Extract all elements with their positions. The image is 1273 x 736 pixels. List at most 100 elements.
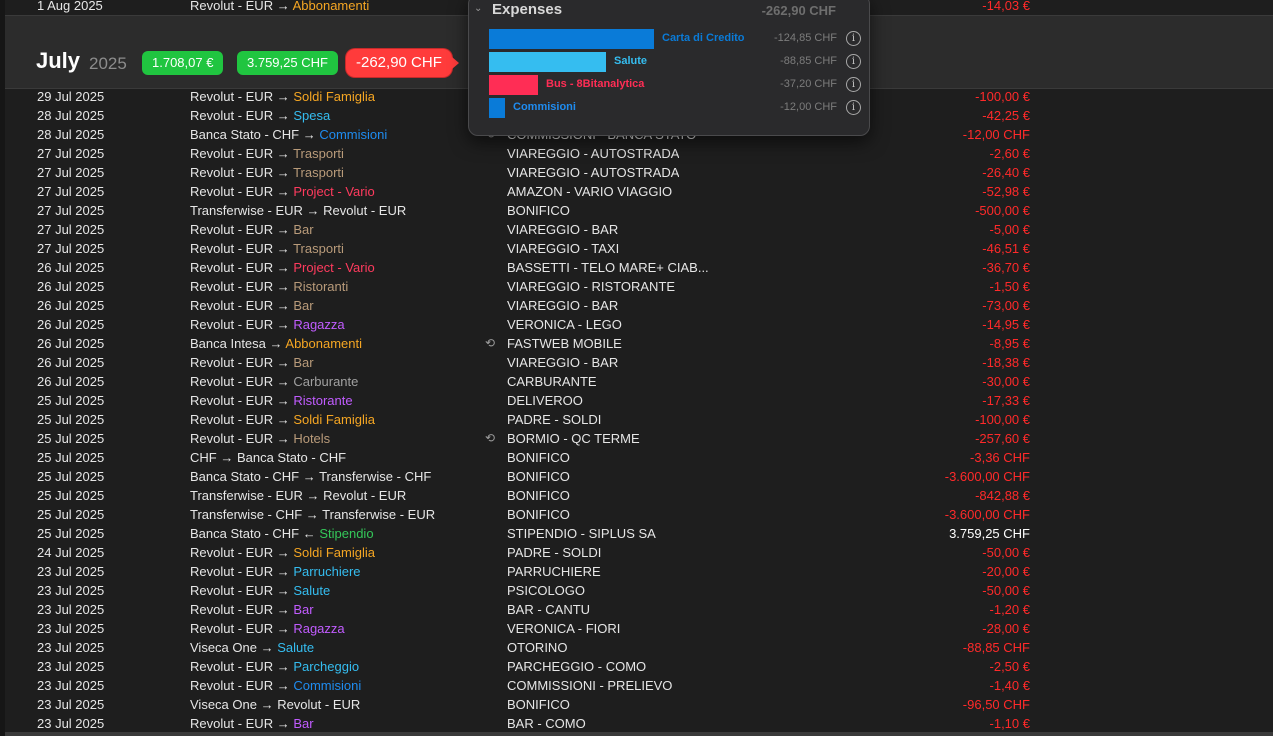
month-name: July [36, 48, 81, 73]
transaction-account: Revolut - EUR → Trasporti [190, 239, 344, 258]
transaction-row[interactable]: 27 Jul 2025 Revolut - EUR → Trasporti VIAR… [0, 144, 1273, 163]
transaction-row[interactable]: 25 Jul 2025 Transferwise - EUR → Revolut … [0, 486, 1273, 505]
transaction-date: 23 Jul 2025 [37, 659, 105, 674]
transaction-row[interactable]: 23 Jul 2025 Revolut - EUR → Bar BAR - COMO… [0, 714, 1273, 733]
transaction-row[interactable]: 26 Jul 2025 Revolut - EUR → Carburante CAR… [0, 372, 1273, 391]
category-label: Salute [293, 583, 331, 598]
transaction-description: AMAZON - VARIO VIAGGIO [507, 184, 673, 199]
transaction-row[interactable]: 25 Jul 2025 Transferwise - CHF → Transfer… [0, 505, 1273, 524]
transaction-row[interactable]: 27 Jul 2025 Revolut - EUR → Trasporti VIAR… [0, 163, 1273, 182]
transaction-row[interactable]: 27 Jul 2025 Transferwise - EUR → Revolut … [0, 201, 1273, 220]
expenses-chf-pill[interactable]: -262,90 CHF [346, 49, 459, 77]
transaction-amount: -36,70 € [982, 260, 1030, 275]
account-prefix: Revolut - EUR → [190, 412, 290, 427]
horizontal-scrollbar[interactable] [5, 732, 1273, 736]
account-prefix: Revolut - EUR → [190, 545, 290, 560]
category-label: Trasporti [293, 165, 344, 180]
transaction-row[interactable]: 27 Jul 2025 Revolut - EUR → Project - Var… [0, 182, 1273, 201]
transaction-date: 27 Jul 2025 [37, 184, 105, 199]
transaction-amount: -500,00 € [975, 203, 1030, 218]
info-icon[interactable]: i [846, 31, 861, 46]
category-label: Trasporti [293, 241, 344, 256]
transaction-row[interactable]: 26 Jul 2025 Revolut - EUR → Project - Var… [0, 258, 1273, 277]
account-prefix: Revolut - EUR → [190, 621, 290, 636]
account-prefix: Revolut - EUR → [190, 431, 290, 446]
transaction-row[interactable]: 26 Jul 2025 Revolut - EUR → Ragazza VERONI… [0, 315, 1273, 334]
transaction-date: 29 Jul 2025 [37, 89, 105, 104]
expense-breakdown-row[interactable]: Carta di Credito -124,85 CHF i [489, 29, 863, 49]
transaction-row[interactable]: 25 Jul 2025 CHF → Banca Stato - CHF BONIFI… [0, 448, 1273, 467]
transaction-account: Banca Stato - CHF → Commisioni [190, 125, 387, 144]
account-prefix: Revolut - EUR → [190, 564, 290, 579]
transaction-account: Revolut - EUR → Bar [190, 353, 314, 372]
chevron-down-icon[interactable]: ⌄ [474, 3, 482, 14]
income-chf-pill[interactable]: 3.759,25 CHF [237, 51, 338, 75]
expense-breakdown-row[interactable]: Bus - 8Bitanalytica -37,20 CHF i [489, 75, 863, 95]
category-label: Project - Vario [293, 260, 375, 275]
transaction-row[interactable]: 26 Jul 2025 Revolut - EUR → Bar VIAREGGIO … [0, 296, 1273, 315]
transaction-row[interactable]: 23 Jul 2025 Viseca One → Revolut - EUR BON… [0, 695, 1273, 714]
transaction-row[interactable]: 23 Jul 2025 Revolut - EUR → Ragazza VERONI… [0, 619, 1273, 638]
transaction-row[interactable]: 25 Jul 2025 Banca Stato - CHF → Transferw… [0, 467, 1273, 486]
transaction-row[interactable]: 23 Jul 2025 Revolut - EUR → Bar BAR - CANT… [0, 600, 1273, 619]
transaction-date: 26 Jul 2025 [37, 355, 105, 370]
expense-breakdown-row[interactable]: Salute -88,85 CHF i [489, 52, 863, 72]
transaction-amount: -2,60 € [989, 146, 1030, 161]
transaction-description: VERONICA - LEGO [507, 317, 622, 332]
transaction-row[interactable]: 23 Jul 2025 Revolut - EUR → Commisioni COM… [0, 676, 1273, 695]
transaction-account: Revolut - EUR → Bar [190, 600, 314, 619]
transaction-description: VIAREGGIO - BAR [507, 222, 619, 237]
info-icon[interactable]: i [846, 54, 861, 69]
transaction-row[interactable]: 27 Jul 2025 Revolut - EUR → Bar VIAREGGIO … [0, 220, 1273, 239]
transaction-description: BONIFICO [507, 203, 570, 218]
transaction-description: BAR - CANTU [507, 602, 591, 617]
transaction-amount: -20,00 € [982, 564, 1030, 579]
transaction-row[interactable]: 26 Jul 2025 Revolut - EUR → Bar VIAREGGIO … [0, 353, 1273, 372]
transaction-date: 28 Jul 2025 [37, 108, 105, 123]
transaction-row[interactable]: 26 Jul 2025 Revolut - EUR → Ristoranti VIA… [0, 277, 1273, 296]
transaction-row[interactable]: 23 Jul 2025 Viseca One → Salute OTORINO -88… [0, 638, 1273, 657]
account-prefix: Banca Stato - CHF → [190, 127, 316, 142]
account-prefix: Transferwise - EUR → Revolut - EUR [190, 488, 407, 503]
transaction-date: 26 Jul 2025 [37, 279, 105, 294]
transaction-date: 23 Jul 2025 [37, 678, 105, 693]
transaction-row[interactable]: 26 Jul 2025 Banca Intesa → Abbonamenti ⟲ FA… [0, 334, 1273, 353]
transaction-description: PARCHEGGIO - COMO [507, 659, 647, 674]
account-prefix: Revolut - EUR → [190, 659, 290, 674]
account-prefix: Revolut - EUR → [190, 583, 290, 598]
transaction-description: VIAREGGIO - RISTORANTE [507, 279, 676, 294]
transaction-date: 26 Jul 2025 [37, 374, 105, 389]
transaction-row[interactable]: 27 Jul 2025 Revolut - EUR → Trasporti VIAR… [0, 239, 1273, 258]
transaction-account: Revolut - EUR → Soldi Famiglia [190, 87, 375, 106]
transaction-amount: -3.600,00 CHF [944, 507, 1030, 522]
transaction-account: Revolut - EUR → Bar [190, 220, 314, 239]
info-icon[interactable]: i [846, 100, 861, 115]
transaction-amount: -96,50 CHF [962, 697, 1030, 712]
transaction-row[interactable]: 25 Jul 2025 Revolut - EUR → Soldi Famigli… [0, 410, 1273, 429]
transaction-row[interactable]: 25 Jul 2025 Revolut - EUR → Ristorante DEL… [0, 391, 1273, 410]
transaction-date: 27 Jul 2025 [37, 241, 105, 256]
transaction-row[interactable]: 25 Jul 2025 Revolut - EUR → Hotels ⟲ BORMIO… [0, 429, 1273, 448]
category-label: Bar [293, 602, 314, 617]
transaction-description: BONIFICO [507, 507, 570, 522]
account-prefix: Revolut - EUR → [190, 241, 290, 256]
category-label: Soldi Famiglia [293, 412, 375, 427]
expense-amount: -12,00 CHF [780, 101, 837, 113]
expense-breakdown-row[interactable]: Commisioni -12,00 CHF i [489, 98, 863, 118]
transaction-date: 24 Jul 2025 [37, 545, 105, 560]
transaction-row[interactable]: 23 Jul 2025 Revolut - EUR → Parruchiere PA… [0, 562, 1273, 581]
transaction-row[interactable]: 23 Jul 2025 Revolut - EUR → Salute PSICOLO… [0, 581, 1273, 600]
expenses-popover: ⌄ Expenses -262,90 CHF Carta di Credito -… [468, 0, 870, 136]
transaction-account: Revolut - EUR → Trasporti [190, 163, 344, 182]
transaction-account: Banca Intesa → Abbonamenti [190, 334, 362, 353]
recurring-icon: ⟲ [484, 431, 496, 445]
info-icon[interactable]: i [846, 77, 861, 92]
income-eur-pill[interactable]: 1.708,07 € [142, 51, 224, 75]
transaction-row[interactable]: 23 Jul 2025 Revolut - EUR → Parcheggio PAR… [0, 657, 1273, 676]
transaction-row[interactable]: 25 Jul 2025 Banca Stato - CHF ← Stipendio… [0, 524, 1273, 543]
transaction-row[interactable]: 24 Jul 2025 Revolut - EUR → Soldi Famigli… [0, 543, 1273, 562]
expense-category-label: Salute [614, 55, 648, 67]
transaction-date: 23 Jul 2025 [37, 640, 105, 655]
expense-amount: -37,20 CHF [780, 78, 837, 90]
popover-total: -262,90 CHF [761, 3, 836, 18]
